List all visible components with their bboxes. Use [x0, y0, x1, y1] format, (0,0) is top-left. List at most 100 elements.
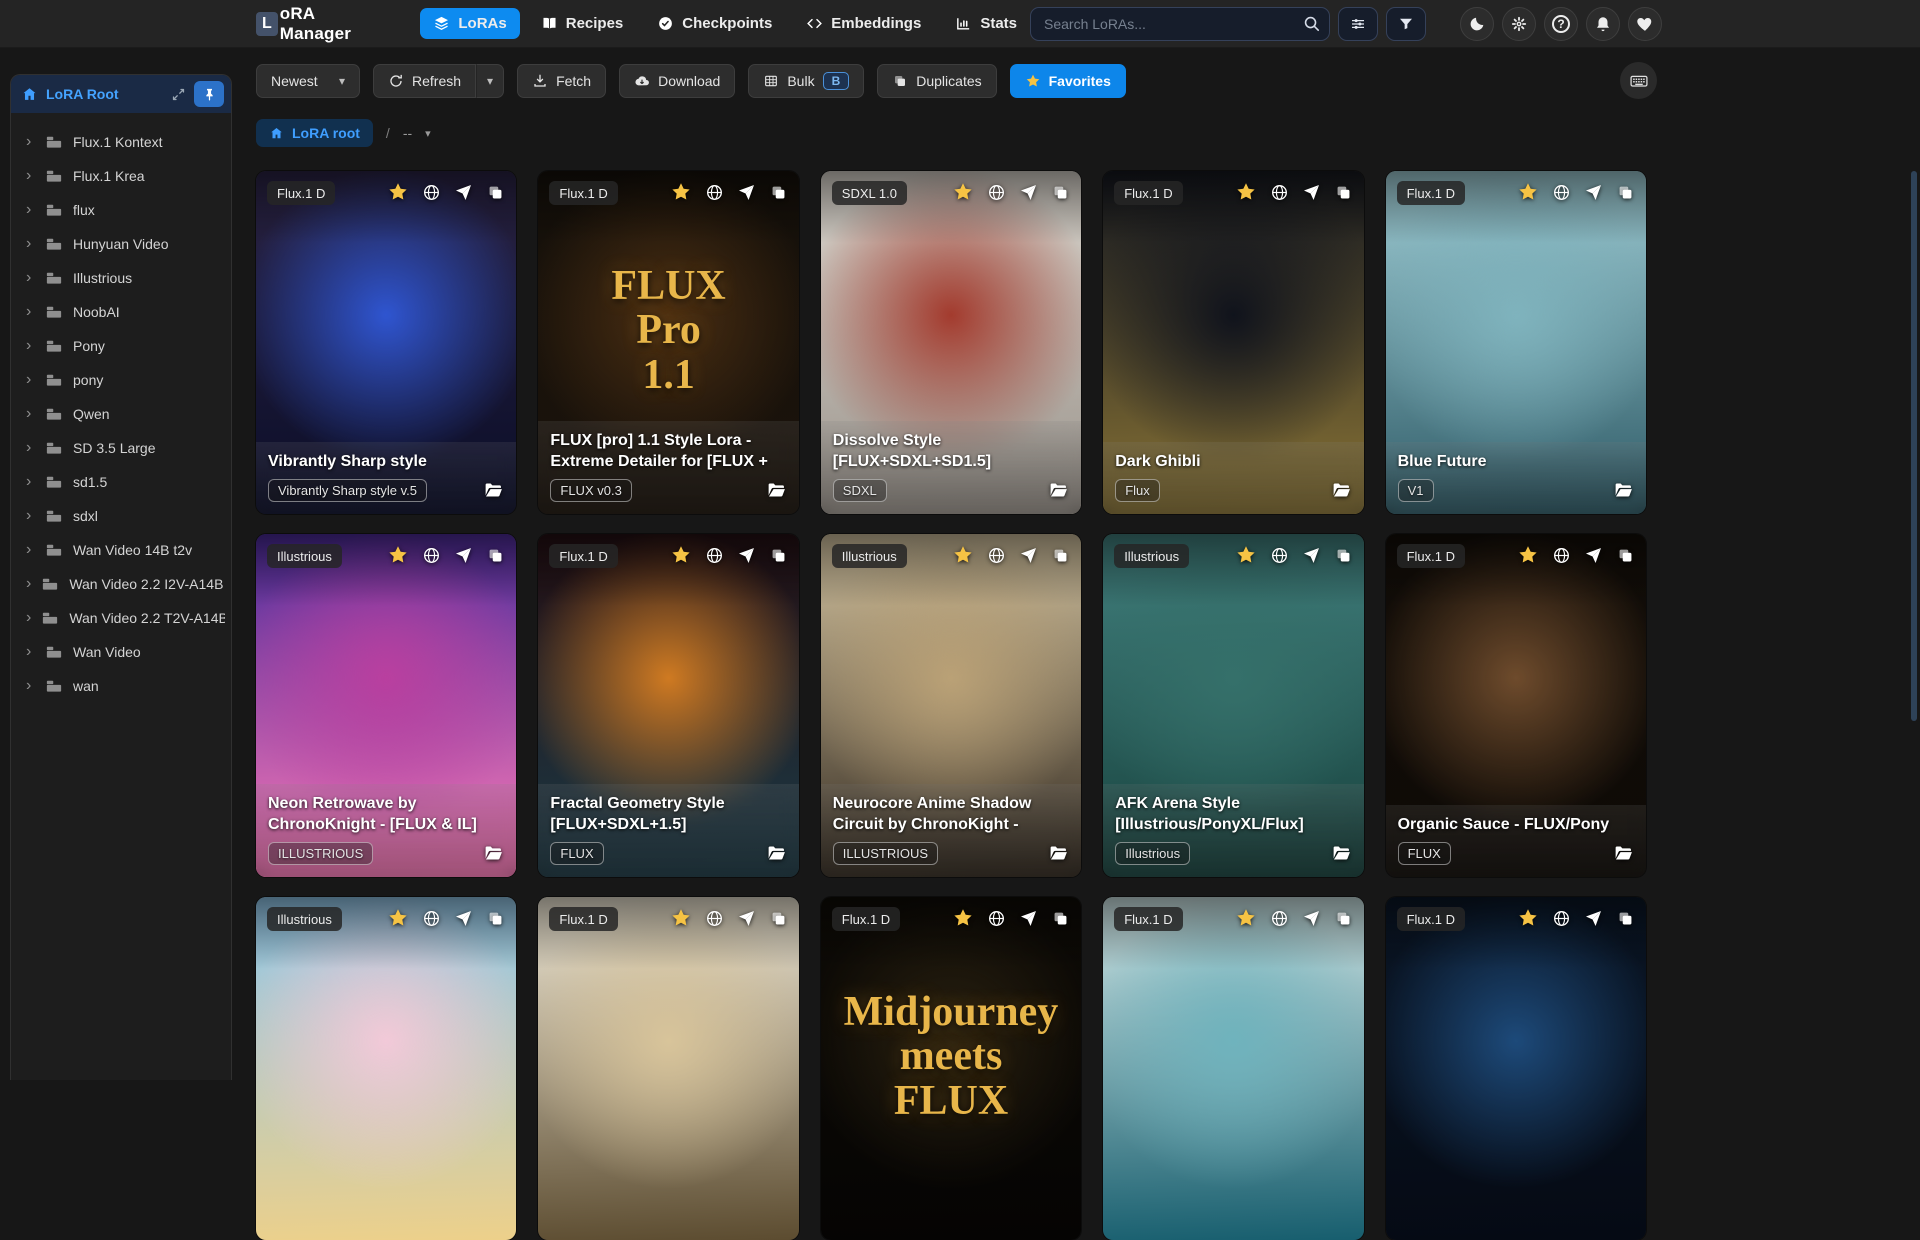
- send-icon[interactable]: [1584, 183, 1603, 202]
- folder-tree-item[interactable]: › Wan Video 14B t2v: [17, 533, 225, 567]
- favorite-star-icon[interactable]: [670, 181, 692, 203]
- globe-icon[interactable]: [1552, 909, 1571, 928]
- copy-icon[interactable]: [1334, 546, 1353, 565]
- folder-tree-item[interactable]: › Wan Video: [17, 635, 225, 669]
- folder-tree-item[interactable]: › Hunyuan Video: [17, 227, 225, 261]
- fetch-button[interactable]: Fetch: [517, 64, 606, 98]
- folder-tree-item[interactable]: › Wan Video 2.2 T2V-A14B: [17, 601, 225, 635]
- notifications-button[interactable]: [1586, 7, 1620, 41]
- copy-icon[interactable]: [1334, 909, 1353, 928]
- favorites-filter-button[interactable]: Favorites: [1010, 64, 1126, 98]
- send-icon[interactable]: [454, 546, 473, 565]
- refresh-options-button[interactable]: ▾: [476, 64, 504, 98]
- globe-icon[interactable]: [705, 183, 724, 202]
- favorite-star-icon[interactable]: [1517, 544, 1539, 566]
- copy-icon[interactable]: [486, 546, 505, 565]
- send-icon[interactable]: [1019, 546, 1038, 565]
- favorite-star-icon[interactable]: [387, 907, 409, 929]
- lora-card[interactable]: Flux.1 D Dark Ghibli Flux: [1103, 171, 1363, 514]
- favorite-star-icon[interactable]: [1517, 181, 1539, 203]
- open-folder-icon[interactable]: [1613, 480, 1634, 501]
- nav-tab-checkpoints[interactable]: Checkpoints: [644, 8, 785, 39]
- send-icon[interactable]: [454, 909, 473, 928]
- breadcrumb-root[interactable]: LoRA root: [256, 119, 373, 147]
- app-logo[interactable]: L oRA Manager: [256, 4, 380, 44]
- nav-tab-loras[interactable]: LoRAs: [420, 8, 519, 39]
- open-folder-icon[interactable]: [483, 480, 504, 501]
- globe-icon[interactable]: [1270, 546, 1289, 565]
- folder-tree-item[interactable]: › Flux.1 Krea: [17, 159, 225, 193]
- lora-card[interactable]: Flux.1 D Organic Sauce - FLUX/Pony FLUX: [1386, 534, 1646, 877]
- settings-button[interactable]: [1502, 7, 1536, 41]
- send-icon[interactable]: [1019, 909, 1038, 928]
- copy-icon[interactable]: [1051, 183, 1070, 202]
- refresh-button[interactable]: Refresh: [373, 64, 476, 98]
- lora-card[interactable]: Flux.1 D Vibrantly Sharp style Vibrantly…: [256, 171, 516, 514]
- favorite-star-icon[interactable]: [1235, 544, 1257, 566]
- copy-icon[interactable]: [1616, 546, 1635, 565]
- send-icon[interactable]: [454, 183, 473, 202]
- nav-tab-stats[interactable]: Stats: [942, 8, 1030, 39]
- globe-icon[interactable]: [987, 183, 1006, 202]
- favorite-star-icon[interactable]: [670, 544, 692, 566]
- send-icon[interactable]: [1302, 546, 1321, 565]
- send-icon[interactable]: [1584, 909, 1603, 928]
- favorite-star-icon[interactable]: [387, 544, 409, 566]
- sort-dropdown[interactable]: Newest ▾: [256, 64, 360, 98]
- globe-icon[interactable]: [1270, 909, 1289, 928]
- lora-card[interactable]: Illustrious Neurocore Anime Shadow Circu…: [821, 534, 1081, 877]
- open-folder-icon[interactable]: [1048, 843, 1069, 864]
- globe-icon[interactable]: [422, 909, 441, 928]
- chevron-down-icon[interactable]: ▾: [425, 127, 431, 140]
- globe-icon[interactable]: [422, 546, 441, 565]
- copy-icon[interactable]: [1616, 909, 1635, 928]
- copy-icon[interactable]: [1051, 909, 1070, 928]
- search-input[interactable]: [1030, 7, 1330, 41]
- copy-icon[interactable]: [1616, 183, 1635, 202]
- open-folder-icon[interactable]: [1613, 843, 1634, 864]
- send-icon[interactable]: [737, 183, 756, 202]
- sidebar-root-label[interactable]: LoRA Root: [46, 86, 163, 102]
- favorite-star-icon[interactable]: [1235, 181, 1257, 203]
- open-folder-icon[interactable]: [766, 843, 787, 864]
- folder-tree-item[interactable]: › Flux.1 Kontext: [17, 125, 225, 159]
- folder-tree-item[interactable]: › Illustrious: [17, 261, 225, 295]
- open-folder-icon[interactable]: [1048, 480, 1069, 501]
- favorite-star-icon[interactable]: [387, 181, 409, 203]
- collapse-tree-button[interactable]: [171, 87, 186, 102]
- folder-tree-item[interactable]: › Qwen: [17, 397, 225, 431]
- copy-icon[interactable]: [1334, 183, 1353, 202]
- download-button[interactable]: Download: [619, 64, 735, 98]
- lora-card[interactable]: Flux.1 D: [1386, 897, 1646, 1240]
- filter-button[interactable]: [1386, 7, 1426, 41]
- favorite-star-icon[interactable]: [670, 907, 692, 929]
- send-icon[interactable]: [737, 909, 756, 928]
- open-folder-icon[interactable]: [1331, 480, 1352, 501]
- send-icon[interactable]: [737, 546, 756, 565]
- lora-card[interactable]: Illustrious Neon Retrowave by ChronoKnig…: [256, 534, 516, 877]
- folder-tree-item[interactable]: › Pony: [17, 329, 225, 363]
- globe-icon[interactable]: [705, 909, 724, 928]
- copy-icon[interactable]: [769, 546, 788, 565]
- search-icon[interactable]: [1302, 14, 1321, 33]
- folder-tree-item[interactable]: › sdxl: [17, 499, 225, 533]
- favorite-star-icon[interactable]: [1517, 907, 1539, 929]
- nav-tab-embeddings[interactable]: Embeddings: [793, 8, 934, 39]
- globe-icon[interactable]: [1270, 183, 1289, 202]
- open-folder-icon[interactable]: [766, 480, 787, 501]
- folder-tree-item[interactable]: › Wan Video 2.2 I2V-A14B: [17, 567, 225, 601]
- breadcrumb-current[interactable]: --: [403, 125, 412, 141]
- folder-tree-item[interactable]: › pony: [17, 363, 225, 397]
- folder-tree-item[interactable]: › sd1.5: [17, 465, 225, 499]
- globe-icon[interactable]: [987, 546, 1006, 565]
- pin-sidebar-button[interactable]: [194, 81, 224, 107]
- lora-card[interactable]: Flux.1 D Fractal Geometry Style [FLUX+SD…: [538, 534, 798, 877]
- send-icon[interactable]: [1302, 183, 1321, 202]
- theme-toggle-button[interactable]: [1460, 7, 1494, 41]
- globe-icon[interactable]: [705, 546, 724, 565]
- open-folder-icon[interactable]: [483, 843, 504, 864]
- lora-card[interactable]: Flux.1 D: [1103, 897, 1363, 1240]
- copy-icon[interactable]: [486, 909, 505, 928]
- nav-tab-recipes[interactable]: Recipes: [528, 8, 637, 39]
- globe-icon[interactable]: [1552, 546, 1571, 565]
